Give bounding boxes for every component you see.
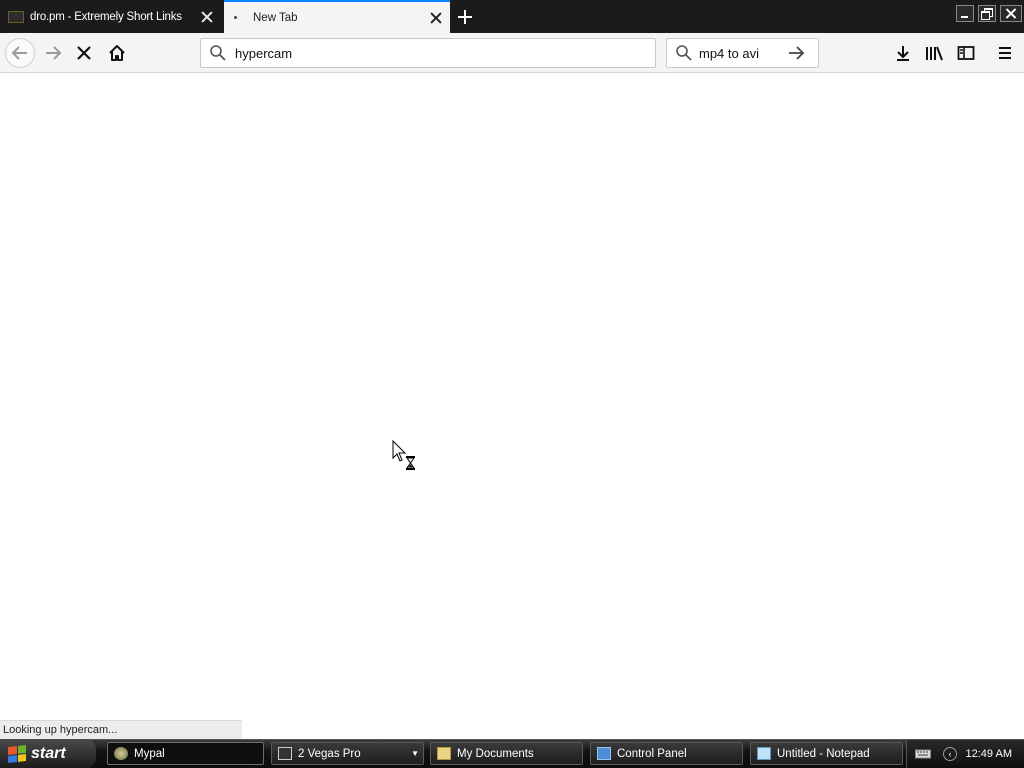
taskbar-item-my-documents[interactable]: My Documents [430,742,583,765]
show-hidden-icons-icon[interactable]: ‹ [943,747,957,761]
close-window-button[interactable] [1000,5,1022,22]
stop-loading-button[interactable] [70,39,98,67]
taskbar-item-label: My Documents [457,747,534,760]
close-tab-icon[interactable] [429,11,443,25]
mypal-icon [114,747,128,760]
restore-window-button[interactable] [978,5,996,22]
download-arrow-icon [897,46,909,61]
tab-title: New Tab [253,11,298,24]
taskbar-item-mypal[interactable]: Mypal [107,742,264,765]
minimize-window-button[interactable] [956,5,974,22]
taskbar-item-label: Mypal [134,747,165,760]
taskbar-item-control-panel[interactable]: Control Panel [590,742,743,765]
search-icon [676,45,692,61]
taskbar-item-label: Untitled - Notepad [777,747,870,760]
go-arrow-icon[interactable] [787,45,805,61]
library-icon [926,46,943,61]
site-favicon-icon [8,10,24,23]
menu-button[interactable] [991,39,1019,67]
tab-dro-pm[interactable]: dro.pm - Extremely Short Links [0,0,224,33]
forward-button[interactable] [39,39,67,67]
back-button[interactable] [5,38,35,68]
downloads-button[interactable] [889,39,917,67]
keyboard-icon[interactable] [915,748,931,760]
address-input-value[interactable]: hypercam [235,46,292,61]
status-bar: Looking up hypercam... [0,720,242,739]
sidebar-icon [957,46,975,60]
busy-cursor-icon [392,440,415,470]
new-tab-button[interactable] [454,6,476,28]
hamburger-menu-icon [999,47,1011,59]
taskbar-item-label: Control Panel [617,747,687,760]
forward-arrow-icon [46,46,62,60]
control-panel-icon [597,747,611,760]
back-arrow-icon [11,46,27,60]
address-bar[interactable]: hypercam [200,38,656,68]
taskbar-item-label: 2 Vegas Pro [298,747,361,760]
clock[interactable]: 12:49 AM [966,748,1012,760]
tab-title: dro.pm - Extremely Short Links [30,10,182,23]
notepad-icon [757,747,771,760]
close-tab-icon[interactable] [200,10,214,24]
loading-dot-icon [234,16,237,19]
vegas-icon [278,747,292,760]
sidebar-toggle-button[interactable] [952,39,980,67]
folder-icon [437,747,451,760]
search-icon [210,45,226,61]
home-icon [109,45,125,61]
windows-flag-icon [8,744,26,763]
library-button[interactable] [920,39,948,67]
system-tray: ‹ 12:49 AM [906,740,1024,768]
taskbar-item-vegas-pro[interactable]: 2 Vegas Pro ▼ [271,742,424,765]
home-button[interactable] [103,39,131,67]
stop-x-icon [77,46,91,60]
search-input-value[interactable]: mp4 to avi [699,46,787,61]
page-content[interactable] [0,73,1024,739]
tab-new-tab[interactable]: New Tab [224,0,450,33]
start-button[interactable]: start [0,739,96,768]
group-dropdown-arrow-icon[interactable]: ▼ [411,749,419,758]
search-bar[interactable]: mp4 to avi [666,38,819,68]
start-label: start [31,744,66,762]
taskbar-item-notepad[interactable]: Untitled - Notepad [750,742,903,765]
